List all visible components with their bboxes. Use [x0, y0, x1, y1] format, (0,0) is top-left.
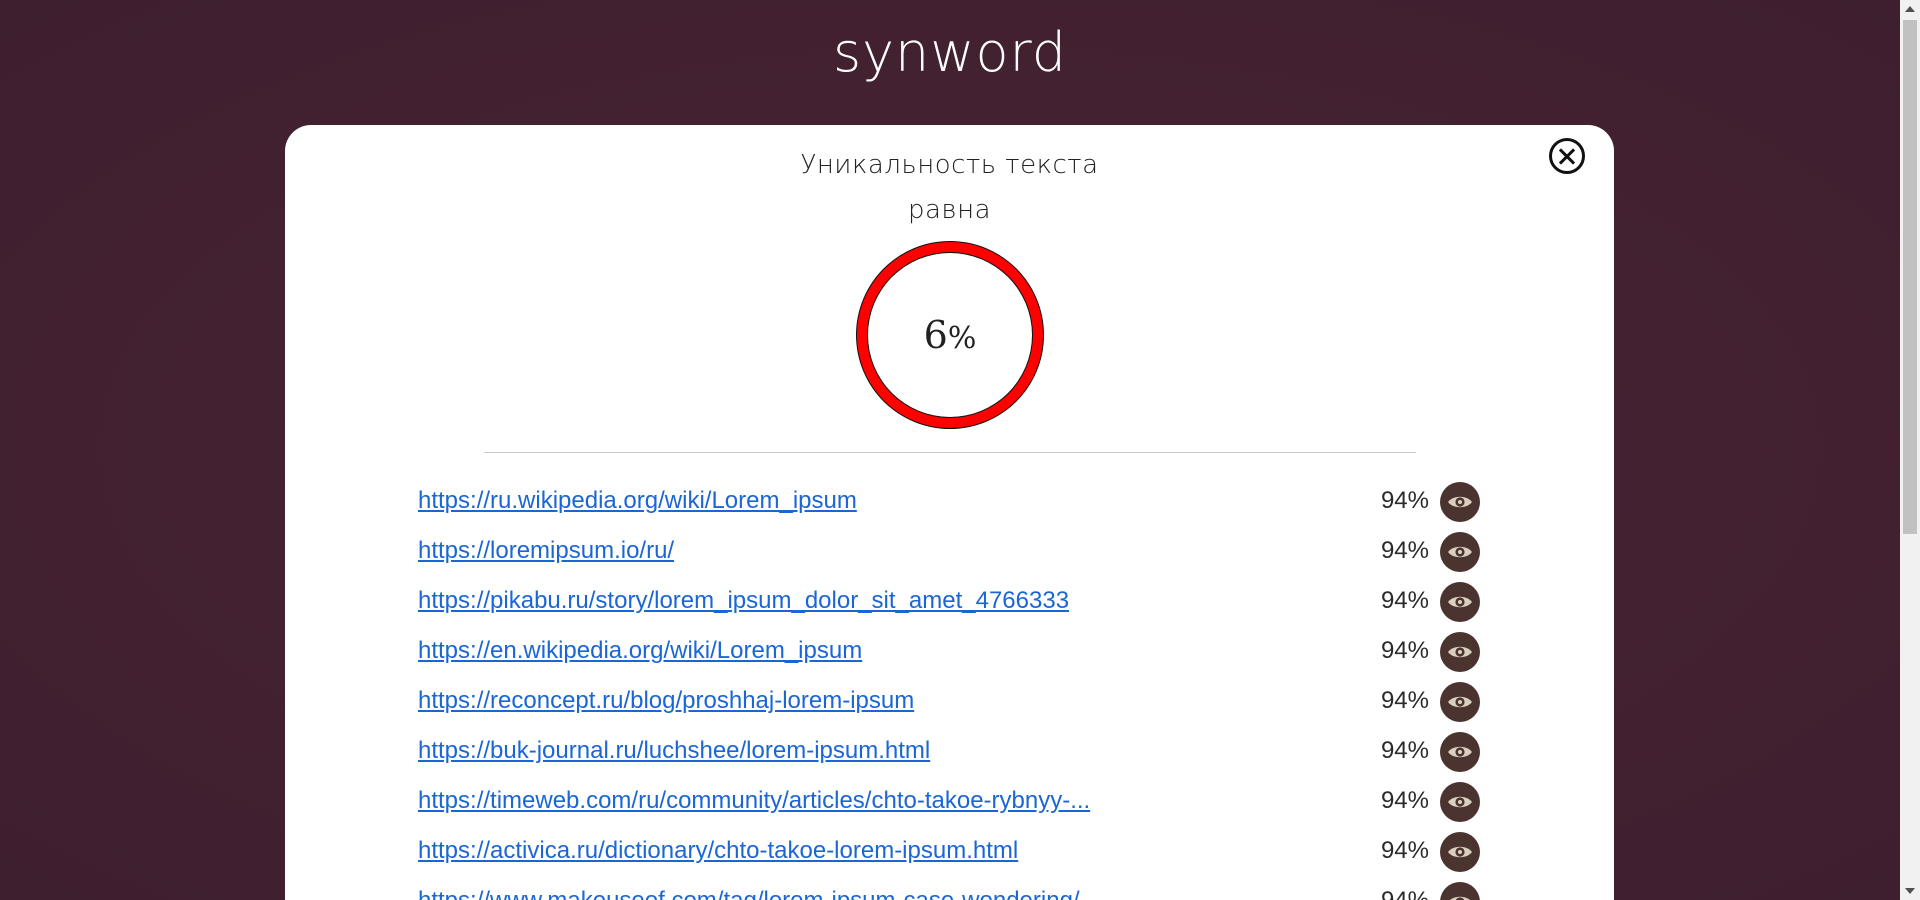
divider — [484, 452, 1416, 453]
match-percent: 94% — [1381, 887, 1429, 900]
source-row: https://loremipsum.io/ru/94% — [418, 527, 1480, 577]
match-percent: 94% — [1380, 737, 1429, 764]
source-link[interactable]: https://buk-journal.ru/luchshee/lorem-ip… — [418, 737, 930, 765]
uniqueness-value: 6% — [855, 240, 1045, 430]
uniqueness-result-modal: Уникальность текста равна 6% https://ru.… — [285, 125, 1614, 900]
eye-icon[interactable] — [1440, 532, 1480, 572]
source-link[interactable]: https://en.wikipedia.org/wiki/Lorem_ipsu… — [418, 637, 862, 665]
source-link[interactable]: https://activica.ru/dictionary/chto-tako… — [418, 837, 1018, 865]
synword-logo[interactable]: synword — [0, 18, 1900, 88]
eye-icon[interactable] — [1440, 582, 1480, 622]
vertical-scrollbar[interactable] — [1900, 0, 1920, 900]
title-line-1: Уникальность текста — [800, 150, 1099, 180]
source-row: https://ru.wikipedia.org/wiki/Lorem_ipsu… — [418, 477, 1480, 527]
page-viewport: synword Уникальность текста равна 6% htt… — [0, 0, 1900, 900]
source-row: https://buk-journal.ru/luchshee/lorem-ip… — [418, 727, 1480, 777]
eye-icon[interactable] — [1440, 632, 1480, 672]
modal-title: Уникальность текста равна — [285, 143, 1614, 233]
match-percent: 94% — [1380, 687, 1429, 714]
source-row: https://activica.ru/dictionary/chto-tako… — [418, 827, 1480, 877]
title-line-2: равна — [907, 195, 992, 225]
source-link[interactable]: https://pikabu.ru/story/lorem_ipsum_dolo… — [418, 587, 1069, 615]
scrollbar-thumb[interactable] — [1903, 20, 1917, 534]
match-percent: 94% — [1380, 537, 1429, 564]
source-link[interactable]: https://www.makeuseof.com/tag/lorem-ipsu… — [418, 887, 1080, 900]
source-link[interactable]: https://reconcept.ru/blog/proshhaj-lorem… — [418, 687, 914, 715]
uniqueness-gauge: 6% — [855, 240, 1045, 430]
eye-icon[interactable] — [1440, 782, 1480, 822]
eye-icon[interactable] — [1440, 882, 1480, 900]
match-percent: 94% — [1380, 637, 1429, 664]
eye-icon[interactable] — [1440, 682, 1480, 722]
sources-list: https://ru.wikipedia.org/wiki/Lorem_ipsu… — [418, 477, 1480, 900]
match-percent: 94% — [1380, 787, 1429, 814]
source-row: https://en.wikipedia.org/wiki/Lorem_ipsu… — [418, 627, 1480, 677]
match-percent: 94% — [1380, 487, 1429, 514]
scroll-up-arrow-icon[interactable] — [1905, 6, 1915, 12]
eye-icon[interactable] — [1440, 732, 1480, 772]
source-row: https://www.makeuseof.com/tag/lorem-ipsu… — [418, 877, 1480, 900]
eye-icon[interactable] — [1440, 482, 1480, 522]
scroll-down-arrow-icon[interactable] — [1905, 888, 1915, 894]
source-link[interactable]: https://ru.wikipedia.org/wiki/Lorem_ipsu… — [418, 487, 857, 515]
match-percent: 94% — [1380, 587, 1429, 614]
source-row: https://reconcept.ru/blog/proshhaj-lorem… — [418, 677, 1480, 727]
source-row: https://pikabu.ru/story/lorem_ipsum_dolo… — [418, 577, 1480, 627]
source-row: https://timeweb.com/ru/community/article… — [418, 777, 1480, 827]
match-percent: 94% — [1380, 837, 1429, 864]
eye-icon[interactable] — [1440, 832, 1480, 872]
source-link[interactable]: https://timeweb.com/ru/community/article… — [418, 787, 1090, 815]
uniqueness-number: 6 — [923, 313, 948, 357]
uniqueness-suffix: % — [947, 321, 977, 356]
source-link[interactable]: https://loremipsum.io/ru/ — [418, 537, 674, 565]
